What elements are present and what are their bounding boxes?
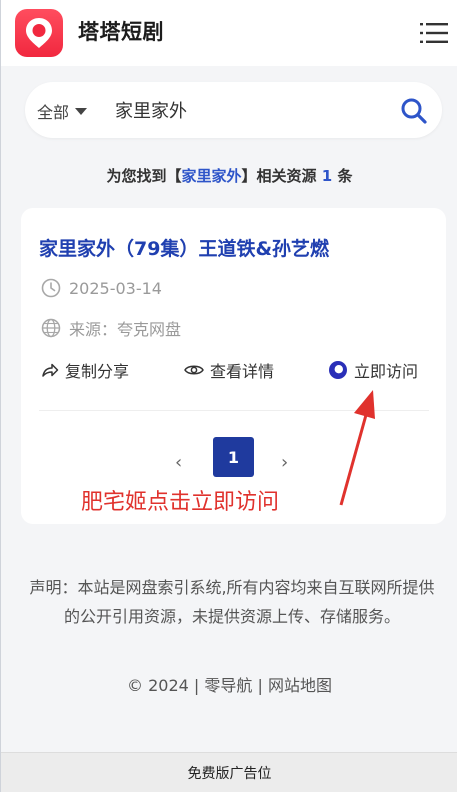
menu-button[interactable] (420, 20, 448, 46)
globe-icon (41, 318, 61, 338)
result-date: 2025-03-14 (69, 278, 162, 298)
footer-links: © 2024 | 零导航 | 网站地图 (1, 672, 457, 696)
ad-bar-label: 免费版广告位 (187, 765, 272, 782)
footer-disclaimer: 声明：本站是网盘索引系统,所有内容均来自互联网所提供的公开引用资源，未提供资源上… (29, 578, 435, 626)
footer-link-home[interactable]: 零导航 (204, 676, 252, 695)
search-scope-label: 全部 (37, 103, 70, 122)
app-logo[interactable] (15, 9, 63, 57)
copy-share-button[interactable]: 复制分享 (41, 358, 129, 382)
share-arrow-icon (42, 363, 59, 377)
result-date-row: 2025-03-14 (41, 278, 162, 298)
pagination-next[interactable]: › (281, 452, 288, 473)
search-icon (401, 98, 427, 124)
summary-count: 1 (321, 167, 333, 185)
top-header: 塔塔短剧 (1, 0, 457, 66)
clock-icon (41, 278, 61, 298)
caret-down-icon (75, 107, 88, 115)
hamburger-menu-icon (420, 23, 448, 43)
footer-separator: | (193, 676, 200, 695)
pagination-prev[interactable]: ‹ (175, 452, 182, 473)
view-details-button[interactable]: 查看详情 (184, 358, 274, 382)
brand-name[interactable]: 塔塔短剧 (78, 16, 164, 46)
summary-keyword: 家里家外 (181, 167, 242, 185)
annotation-arrow (339, 390, 375, 506)
result-title-link[interactable]: 家里家外（79集）王道铁&孙艺燃 (39, 234, 429, 261)
visit-now-label: 立即访问 (354, 362, 419, 381)
summary-middle: 】相关资源 (241, 167, 317, 185)
visit-dot-icon (329, 361, 347, 379)
visit-now-button[interactable]: 立即访问 (328, 358, 418, 382)
search-button[interactable] (400, 97, 428, 125)
ad-bar[interactable]: 免费版广告位 (1, 752, 457, 792)
summary-suffix: 条 (337, 167, 353, 185)
summary-prefix: 为您找到【 (106, 167, 182, 185)
view-details-label: 查看详情 (210, 362, 275, 381)
annotation-text: 肥宅姬点击立即访问 (81, 490, 280, 515)
location-pin-icon (26, 18, 52, 48)
footer-separator: | (257, 676, 263, 695)
search-bar: 全部 (25, 82, 442, 138)
search-scope-dropdown[interactable]: 全部 (37, 99, 88, 123)
eye-icon (184, 365, 204, 375)
copy-share-label: 复制分享 (65, 362, 130, 381)
footer-link-sitemap[interactable]: 网站地图 (268, 676, 332, 695)
pagination-current-page[interactable]: 1 (213, 437, 254, 477)
result-actions: 复制分享 查看详情 立即访问 (41, 358, 431, 382)
search-input[interactable] (115, 96, 395, 124)
result-source-row: 来源：夸克网盘 (41, 316, 181, 340)
copyright-text: © 2024 (127, 676, 189, 695)
result-source: 来源：夸克网盘 (69, 320, 182, 339)
results-summary: 为您找到【家里家外】相关资源 1 条 (1, 165, 457, 186)
